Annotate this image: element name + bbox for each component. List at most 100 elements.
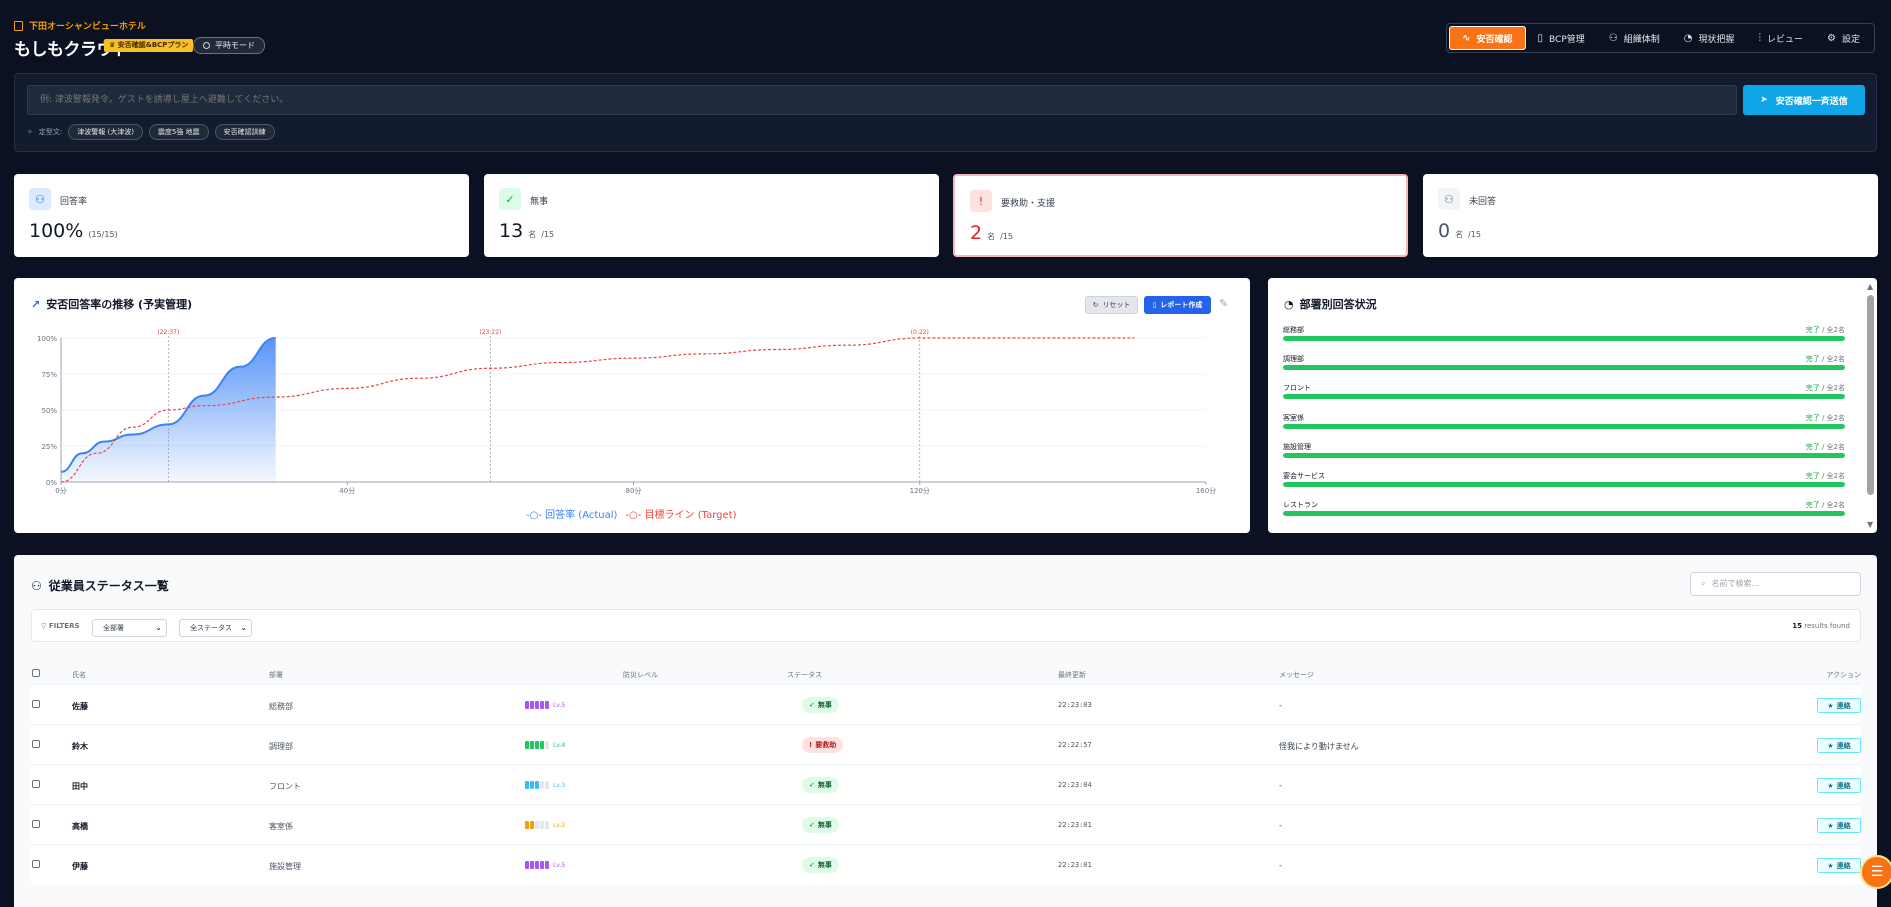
nav-item-safety[interactable]: ∿ 安否確認 — [1449, 26, 1526, 50]
create-report-button[interactable]: ▯ レポート作成 — [1144, 296, 1211, 314]
department-row: フロント 完了 / 全2名 — [1283, 383, 1845, 412]
progress-fill — [1283, 511, 1845, 517]
template-chip[interactable]: 津波警報 (大津波) — [68, 124, 143, 140]
building-icon — [14, 20, 23, 31]
disaster-level: Lv.3 — [525, 781, 565, 789]
star-icon: ★ — [1827, 781, 1834, 790]
department-progress-bar — [1283, 423, 1845, 429]
department-scrollbar[interactable]: ▲ ▼ — [1866, 282, 1875, 529]
level-bar — [545, 781, 549, 789]
department-name: 調理部 — [1283, 355, 1304, 364]
rotate-icon: ↻ — [1092, 301, 1099, 309]
star-icon: ★ — [1827, 701, 1834, 710]
department-row: 総務部 完了 / 全2名 — [1283, 325, 1845, 354]
level-label: Lv.4 — [553, 741, 566, 749]
broadcast-message-input[interactable] — [27, 85, 1737, 115]
level-bar — [545, 821, 549, 829]
x-tick-label: 120分 — [910, 486, 930, 495]
level-label: Lv.5 — [553, 701, 566, 709]
progress-fill — [1283, 452, 1845, 458]
department-name: 宴会サービス — [1283, 471, 1325, 480]
broadcast-panel: ➤ 安否確認一斉送信 ✧ 定型文: 津波警報 (大津波) 震度5強 地震 安否確… — [14, 73, 1877, 152]
templates-label: 定型文: — [38, 128, 63, 136]
level-label: Lv.5 — [553, 861, 566, 869]
status-badge: ! 要救助 — [802, 737, 844, 753]
employee-panel-title: ⚇ 従業員ステータス一覧 — [31, 578, 169, 594]
send-icon: ➤ — [1760, 95, 1768, 105]
scroll-down-icon[interactable]: ▼ — [1867, 520, 1873, 529]
department-filter-select[interactable]: 全部署 ⌄ — [92, 619, 167, 637]
status-filter-select[interactable]: 全ステータス ⌄ — [179, 619, 252, 637]
employee-department: 施設管理 — [269, 862, 301, 871]
department-name: フロント — [1283, 384, 1311, 393]
legend-target: -○- 目標ライン (Target) — [625, 510, 737, 521]
scroll-thumb[interactable] — [1867, 295, 1874, 495]
edit-icon[interactable]: ✎ — [1219, 297, 1228, 310]
nav-item-bcp[interactable]: ▯ BCP管理 — [1526, 26, 1597, 50]
legend-actual: -○- 回答率 (Actual) — [526, 510, 618, 521]
level-bar — [525, 701, 529, 709]
row-checkbox[interactable] — [32, 780, 40, 788]
disaster-level: Lv.5 — [525, 861, 565, 869]
employee-name: 佐藤 — [72, 702, 88, 711]
sparkle-icon: ✧ — [27, 128, 33, 136]
nav-item-organization[interactable]: ⚇ 組織体制 — [1597, 26, 1672, 50]
level-bar — [535, 861, 539, 869]
event-marker-label: (22:37) — [157, 329, 179, 336]
y-tick-label: 25% — [41, 443, 57, 451]
department-progress-text: 完了 / 全2名 — [1805, 501, 1845, 510]
hotel-name: 下田オーシャンビューホテル — [14, 19, 146, 32]
department-progress-text: 完了 / 全2名 — [1805, 413, 1845, 422]
contact-button[interactable]: ★ 連絡 — [1817, 858, 1861, 873]
scroll-up-icon[interactable]: ▲ — [1867, 282, 1873, 291]
response-trend-chart-panel: 0% 25% 50% 75% 100% 0分 40分 80分 120分 160分 (22:37) (2… — [14, 278, 1250, 533]
employee-search-input[interactable]: ⌕ 名前で検索... — [1690, 572, 1861, 596]
chart-reset-button[interactable]: ↻ リセット — [1085, 296, 1138, 314]
select-all-checkbox[interactable] — [32, 669, 40, 677]
department-progress-bar — [1283, 336, 1845, 341]
check-circle-icon: ✓ — [809, 821, 815, 829]
main-nav: ∿ 安否確認 ▯ BCP管理 ⚇ 組織体制 ◔ 現状把握 ⫶ レビュー ⚙ 設定 — [1446, 23, 1875, 53]
department-progress-bar — [1283, 481, 1845, 487]
template-chip[interactable]: 安否確認訓練 — [214, 124, 275, 140]
department-progress-text: 完了 / 全2名 — [1805, 326, 1845, 334]
alert-circle-icon: ! — [809, 741, 813, 749]
menu-fab-button[interactable]: ☰ — [1860, 855, 1891, 889]
nav-item-settings[interactable]: ⚙ 設定 — [1815, 26, 1872, 50]
row-checkbox[interactable] — [32, 820, 40, 828]
mode-toggle-button[interactable]: 平時モード — [193, 37, 265, 54]
table-row: 田中 フロント Lv.3 ✓ 無事 22:23:04 - ★ 連絡 — [31, 764, 1861, 804]
employee-department: 客室係 — [269, 822, 293, 831]
level-bar — [535, 781, 539, 789]
pie-chart-icon: ◔ — [1284, 297, 1294, 311]
nav-item-status[interactable]: ◔ 現状把握 — [1672, 26, 1747, 50]
department-panel-title: ◔ 部署別回答状況 — [1284, 297, 1377, 312]
template-chip[interactable]: 震度5強 地震 — [148, 124, 209, 140]
kpi-value: 100% — [29, 220, 84, 242]
row-checkbox[interactable] — [32, 860, 40, 868]
kpi-safe: ✓ 無事 13 名/15 — [484, 174, 939, 257]
chart-title: ↗ 安否回答率の推移 (予実管理) — [31, 297, 193, 312]
level-bar — [535, 741, 539, 749]
row-checkbox[interactable] — [32, 700, 40, 708]
contact-button[interactable]: ★ 連絡 — [1817, 818, 1861, 833]
gear-icon: ⚙ — [1827, 32, 1836, 44]
contact-button[interactable]: ★ 連絡 — [1817, 778, 1861, 793]
level-bar — [535, 821, 539, 829]
y-tick-label: 100% — [37, 335, 57, 343]
level-bar — [525, 821, 529, 829]
contact-button[interactable]: ★ 連絡 — [1817, 698, 1861, 713]
y-tick-label: 75% — [41, 371, 57, 379]
chevron-down-icon: ⌄ — [155, 623, 162, 632]
level-bar — [540, 741, 544, 749]
search-icon: ⌕ — [1701, 579, 1706, 588]
users-icon: ⚇ — [29, 188, 51, 210]
level-bar — [540, 861, 544, 869]
activity-icon: ∿ — [1462, 32, 1471, 44]
nav-item-review[interactable]: ⫶ レビュー — [1747, 26, 1816, 50]
row-checkbox[interactable] — [32, 740, 40, 748]
contact-button[interactable]: ★ 連絡 — [1817, 738, 1861, 753]
broadcast-send-button[interactable]: ➤ 安否確認一斉送信 — [1743, 85, 1865, 115]
chevron-down-icon: ⌄ — [240, 623, 247, 632]
table-row: 伊藤 施設管理 Lv.5 ✓ 無事 22:23:01 - ★ 連絡 — [31, 844, 1861, 884]
